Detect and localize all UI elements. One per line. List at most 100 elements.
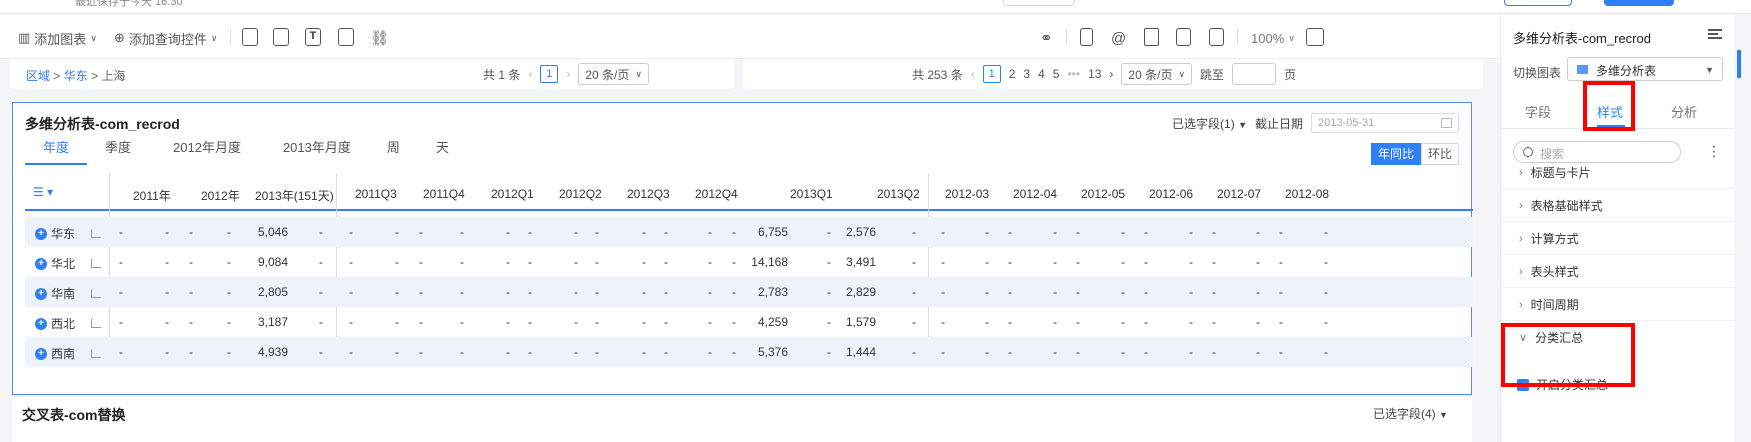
next-page-icon[interactable]: › — [566, 67, 570, 81]
publish-button[interactable] — [1604, 0, 1674, 6]
text-icon[interactable]: T — [305, 28, 321, 46]
cutoff-date-field[interactable]: 2013-05-31 — [1311, 113, 1459, 133]
add-chart-button[interactable]: ▥ 添加图表 ∨ — [18, 29, 97, 47]
breadcrumb-region[interactable]: 区域 — [26, 69, 50, 83]
page-5[interactable]: 5 — [1053, 67, 1060, 81]
add-filter-button[interactable]: ⊕ 添加查询控件 ∨ — [114, 29, 218, 47]
document-icon[interactable] — [1080, 28, 1093, 46]
section-time-period[interactable]: › 时间周期 — [1519, 296, 1579, 313]
cross-table-card[interactable] — [12, 397, 1472, 442]
expand-icon[interactable]: + — [35, 317, 47, 330]
checklist-icon[interactable] — [1209, 28, 1224, 46]
column-header[interactable]: 2012Q3 — [627, 187, 670, 201]
tab-component-icon[interactable] — [273, 28, 289, 46]
tab-analysis[interactable]: 分析 — [1671, 102, 1697, 121]
column-header[interactable]: 2013年(151天) — [255, 187, 334, 204]
column-header[interactable]: 2012Q2 — [559, 187, 602, 201]
layout-icon[interactable] — [242, 28, 258, 46]
column-header[interactable]: 2012-08 — [1285, 187, 1329, 201]
column-header[interactable]: 2012-06 — [1149, 187, 1193, 201]
page-2[interactable]: 2 — [1009, 67, 1016, 81]
column-header[interactable]: 2012-03 — [945, 187, 989, 201]
chart-type-select[interactable]: 多维分析表 ▼ — [1567, 57, 1723, 81]
trend-chart-icon[interactable] — [91, 349, 102, 358]
robot-icon[interactable] — [1144, 28, 1159, 46]
search-input[interactable]: 搜索 — [1513, 141, 1681, 163]
tab-quarter[interactable]: 季度 — [87, 137, 149, 165]
image-icon[interactable] — [338, 28, 354, 46]
table-cell: - — [319, 315, 323, 329]
table-cell: 14,168 — [751, 255, 788, 269]
column-header[interactable]: 2012-04 — [1013, 187, 1057, 201]
column-header[interactable]: 2013Q1 — [790, 187, 833, 201]
column-header[interactable]: 2011Q3 — [355, 187, 397, 201]
expand-icon[interactable]: + — [35, 257, 47, 270]
page-1[interactable]: 1 — [540, 65, 559, 83]
tree-toggle-icon[interactable]: ☰ ▾ — [33, 185, 53, 199]
table-cell: 1,579 — [845, 315, 876, 329]
expand-icon[interactable]: + — [35, 287, 47, 300]
trend-chart-icon[interactable] — [91, 259, 102, 268]
tab-week[interactable]: 周 — [369, 137, 418, 165]
table-row[interactable]: + 西北 - - - - - - - - - - - - - - - - - - - - - - - - - - - - - - - 3,187 4… — [25, 307, 1473, 337]
table-row[interactable]: + 华南 - - - - - - - - - - - - - - - - - - - - - - - - - - - - - - - 2,805 2… — [25, 277, 1473, 307]
table-cell: - — [1053, 345, 1057, 359]
trend-chart-icon[interactable] — [91, 319, 102, 328]
link-chain-icon[interactable]: ⚭ — [1040, 29, 1053, 47]
table-cell: - — [395, 225, 399, 239]
page-ellipsis[interactable]: ••• — [1067, 67, 1080, 81]
side-tab[interactable] — [1737, 50, 1741, 78]
per-page-select[interactable]: 20 条/页 ∨ — [578, 63, 649, 85]
column-header[interactable]: 2013Q2 — [877, 187, 920, 201]
selected-fields-dropdown[interactable]: 已选字段(1) ▼ — [1172, 115, 1247, 132]
expand-icon[interactable]: + — [35, 227, 47, 240]
prev-page-icon[interactable]: ‹ — [971, 67, 975, 81]
section-table-base-style[interactable]: › 表格基础样式 — [1519, 197, 1603, 214]
trend-chart-icon[interactable] — [91, 229, 102, 238]
column-header[interactable]: 2011年 — [133, 187, 171, 204]
column-header[interactable]: 2012-07 — [1217, 187, 1261, 201]
link-icon[interactable]: ⛓ — [370, 29, 389, 47]
jump-input[interactable] — [1232, 63, 1277, 85]
page-4[interactable]: 4 — [1038, 67, 1045, 81]
prev-page-icon[interactable]: ‹ — [528, 67, 532, 81]
section-title-card[interactable]: › 标题与卡片 — [1519, 164, 1591, 181]
table-row[interactable]: + 华东 - - - - - - - - - - - - - - - - - - - - - - - - - - - - - - - 5,046 6… — [25, 217, 1473, 247]
tab-fields[interactable]: 字段 — [1525, 102, 1551, 121]
next-page-icon[interactable]: › — [1109, 67, 1113, 81]
column-header[interactable]: 2011Q4 — [423, 187, 465, 201]
column-header[interactable]: 2012年 — [201, 187, 240, 204]
cross-table-fields-dropdown[interactable]: 已选字段(4) ▼ — [1373, 405, 1448, 422]
table-icon[interactable] — [1306, 28, 1324, 46]
mom-button[interactable]: 环比 — [1420, 143, 1459, 165]
more-options-icon[interactable]: ⋮ — [1707, 143, 1721, 160]
column-header[interactable]: 2012Q1 — [491, 187, 534, 201]
per-page-select[interactable]: 20 条/页 ∨ — [1121, 63, 1193, 85]
table-cell: - — [1279, 345, 1283, 359]
page-13[interactable]: 13 — [1088, 67, 1101, 81]
yoy-button[interactable]: 年同比 — [1370, 143, 1421, 165]
table-row[interactable]: + 华北 - - - - - - - - - - - - - - - - - - - - - - - - - - - - - - - 9,084 1… — [25, 247, 1473, 277]
trend-chart-icon[interactable] — [91, 289, 102, 298]
breadcrumb-east[interactable]: 华东 — [64, 69, 88, 83]
report-icon[interactable] — [1176, 28, 1191, 46]
tab-2013-monthly[interactable]: 2013年月度 — [265, 137, 369, 165]
collapse-menu-icon[interactable] — [1708, 29, 1722, 39]
tab-year[interactable]: 年度 — [25, 137, 88, 165]
column-header[interactable]: 2012-05 — [1081, 187, 1125, 201]
tab-2012-monthly[interactable]: 2012年月度 — [149, 137, 265, 165]
preview-button[interactable] — [1504, 0, 1572, 6]
section-header-style[interactable]: › 表头样式 — [1519, 263, 1579, 280]
column-header[interactable]: 2012Q4 — [695, 187, 738, 201]
table-row[interactable]: + 西南 - - - - - - - - - - - - - - - - - - - - - - - - - - - - - - - 4,939 5… — [25, 337, 1473, 367]
section-calc-method[interactable]: › 计算方式 — [1519, 230, 1579, 247]
page-1[interactable]: 1 — [982, 65, 1001, 83]
mention-icon[interactable]: @ — [1111, 29, 1126, 47]
zoom-select[interactable]: 100% ∨ — [1251, 29, 1295, 47]
pivot-table-card[interactable]: 多维分析表-com_recrod 已选字段(1) ▼ 截止日期 2013-05-… — [12, 102, 1473, 395]
tab-day[interactable]: 天 — [418, 137, 467, 165]
top-toggle[interactable] — [1003, 0, 1075, 6]
page-3[interactable]: 3 — [1023, 67, 1030, 81]
table-cell: - — [1076, 285, 1080, 299]
expand-icon[interactable]: + — [35, 347, 47, 360]
